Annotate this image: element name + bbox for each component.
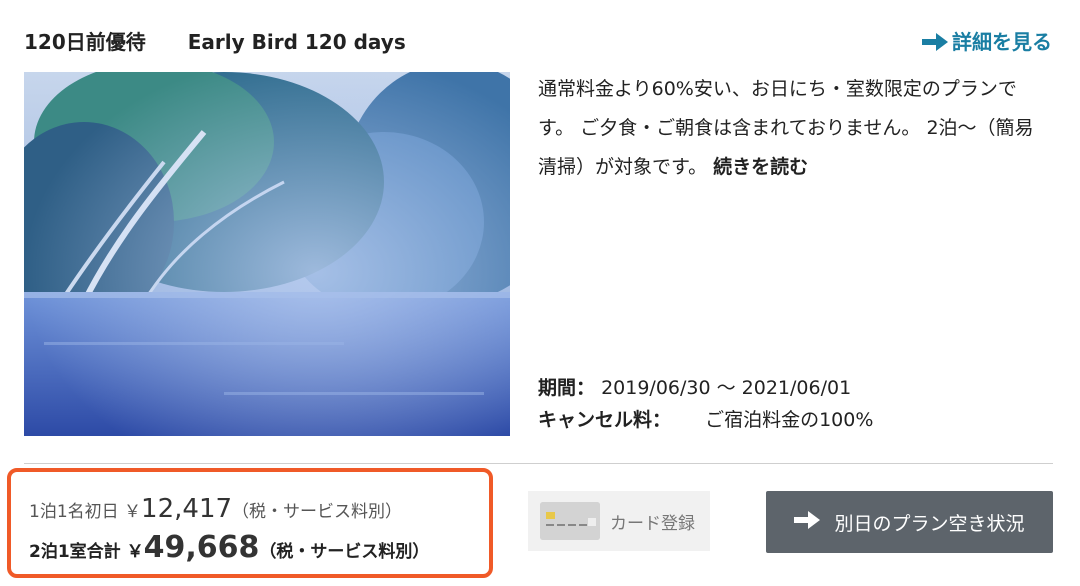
arrow-right-icon xyxy=(922,32,948,56)
price-per-person-label: 1泊1名初日 ￥ xyxy=(29,502,142,522)
price-total-note: （税・サービス料別） xyxy=(259,542,430,562)
cancel-label: キャンセル料： xyxy=(538,409,672,431)
details-link-label: 詳細を見る xyxy=(952,30,1052,54)
other-dates-button[interactable]: 別日のプラン空き状況 xyxy=(766,491,1053,553)
cancel-value: ご宿泊料金の100% xyxy=(705,409,874,431)
plan-title-en: Early Bird 120 days xyxy=(187,30,406,54)
price-total-amount: 49,668 xyxy=(143,530,260,565)
plan-photo xyxy=(24,72,510,436)
period-label: 期間： xyxy=(538,377,596,399)
plan-title-ja: 120日前優待 xyxy=(24,30,146,54)
period-row: 期間： 2019/06/30 〜 2021/06/01 xyxy=(538,372,873,404)
price-highlight: 1泊1名初日 ￥12,417（税・サービス料別） 2泊1室合計 ￥49,668（… xyxy=(7,468,493,578)
price-per-person-amount: 12,417 xyxy=(141,494,233,524)
price-total-label: 2泊1室合計 ￥ xyxy=(29,542,144,562)
price-per-person-note: （税・サービス料別） xyxy=(232,502,403,522)
plan-title: 120日前優待 Early Bird 120 days xyxy=(24,26,406,55)
card-register-label: カード登録 xyxy=(610,513,695,534)
plan-description: 通常料金より60%安い、お日にち・室数限定のプランです。 ご夕食・ご朝食は含まれ… xyxy=(538,70,1048,187)
cancel-row: キャンセル料： ご宿泊料金の100% xyxy=(538,404,873,436)
period-value: 2019/06/30 〜 2021/06/01 xyxy=(601,377,852,399)
price-per-person: 1泊1名初日 ￥12,417（税・サービス料別） xyxy=(29,494,402,524)
arrow-right-icon xyxy=(794,510,821,534)
read-more-link[interactable]: 続きを読む xyxy=(713,156,808,178)
details-link[interactable]: 詳細を見る xyxy=(922,26,1052,56)
credit-card-icon xyxy=(540,502,600,540)
other-dates-label: 別日のプラン空き状況 xyxy=(834,512,1025,535)
card-register-button[interactable]: カード登録 xyxy=(528,491,710,551)
divider xyxy=(24,463,1053,464)
plan-meta: 期間： 2019/06/30 〜 2021/06/01 キャンセル料： ご宿泊料… xyxy=(538,372,873,436)
price-total: 2泊1室合計 ￥49,668（税・サービス料別） xyxy=(29,530,429,565)
